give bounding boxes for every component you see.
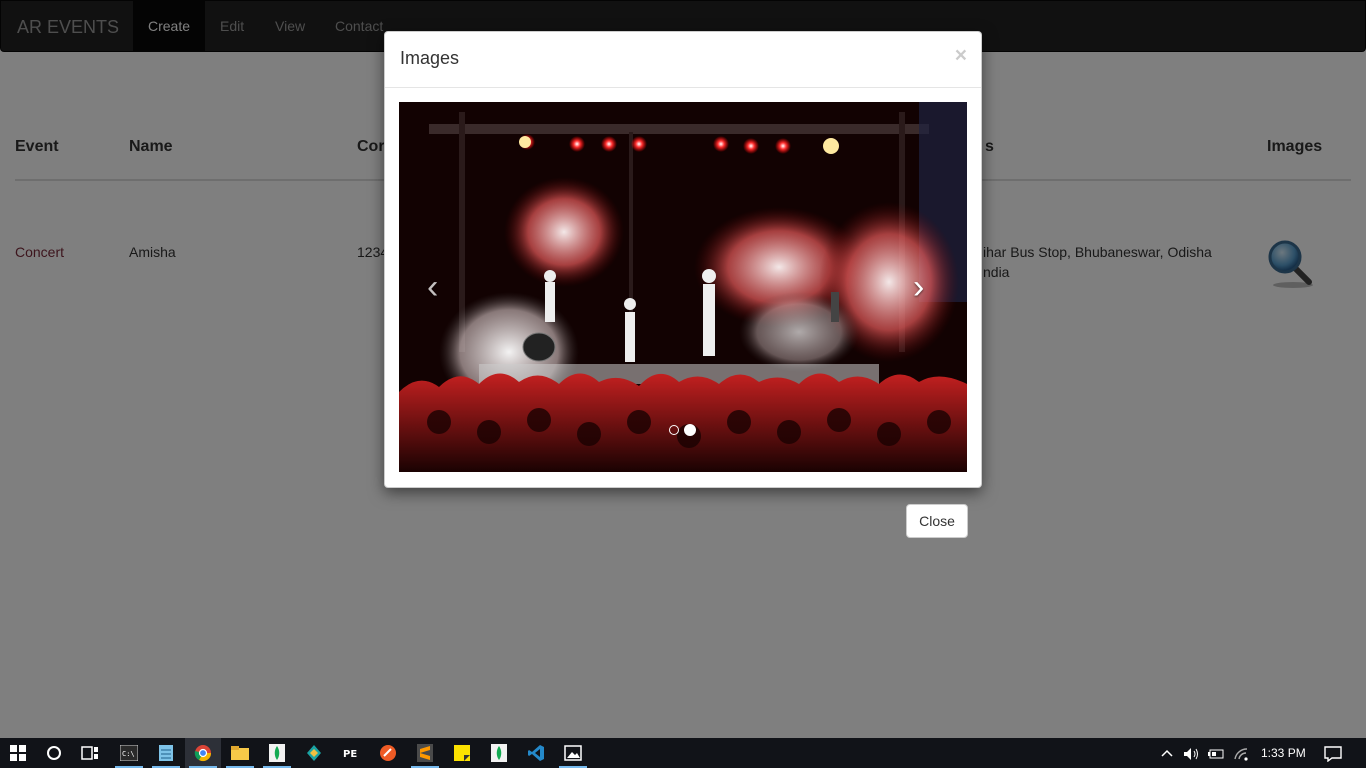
mongodb-compass-icon[interactable]: [259, 738, 295, 768]
photos-icon[interactable]: [555, 738, 591, 768]
show-hidden-icons-icon[interactable]: [1160, 738, 1174, 768]
wifi-icon[interactable]: [1233, 738, 1249, 768]
windows-start-icon[interactable]: [0, 738, 36, 768]
vscode-icon[interactable]: [518, 738, 554, 768]
modal-title: Images: [400, 48, 460, 68]
image-carousel[interactable]: ‹ ›: [399, 102, 967, 472]
mongodb-icon[interactable]: [481, 738, 517, 768]
svg-text:PE: PE: [343, 749, 357, 760]
battery-icon[interactable]: [1207, 738, 1225, 768]
close-button[interactable]: Close: [906, 504, 968, 538]
volume-icon[interactable]: [1183, 738, 1201, 768]
images-modal: Images × ‹ ›: [384, 31, 982, 488]
modal-header-divider: [385, 87, 981, 88]
svg-text:C:\: C:\: [122, 750, 135, 758]
carousel-indicator-1[interactable]: [669, 425, 679, 435]
taskbar: C:\ PE 1:33 PM: [0, 738, 1366, 768]
git-kraken-icon[interactable]: [296, 738, 332, 768]
notepad-icon[interactable]: [148, 738, 184, 768]
pe-explorer-icon[interactable]: PE: [333, 738, 369, 768]
carousel-next-icon[interactable]: ›: [913, 267, 924, 307]
sublime-text-icon[interactable]: [407, 738, 443, 768]
cmd-icon[interactable]: C:\: [111, 738, 147, 768]
action-center-icon[interactable]: [1324, 738, 1342, 768]
carousel-prev-icon[interactable]: ‹: [427, 267, 438, 307]
postman-icon[interactable]: [370, 738, 406, 768]
close-icon[interactable]: ×: [955, 44, 967, 68]
concert-photo: [399, 102, 967, 472]
cortana-search-icon[interactable]: [36, 738, 72, 768]
task-view-icon[interactable]: [72, 738, 108, 768]
carousel-indicator-2[interactable]: [684, 424, 696, 436]
clock-time[interactable]: 1:33 PM: [1261, 738, 1306, 768]
sticky-notes-icon[interactable]: [444, 738, 480, 768]
chrome-icon[interactable]: [185, 738, 221, 768]
file-explorer-icon[interactable]: [222, 738, 258, 768]
